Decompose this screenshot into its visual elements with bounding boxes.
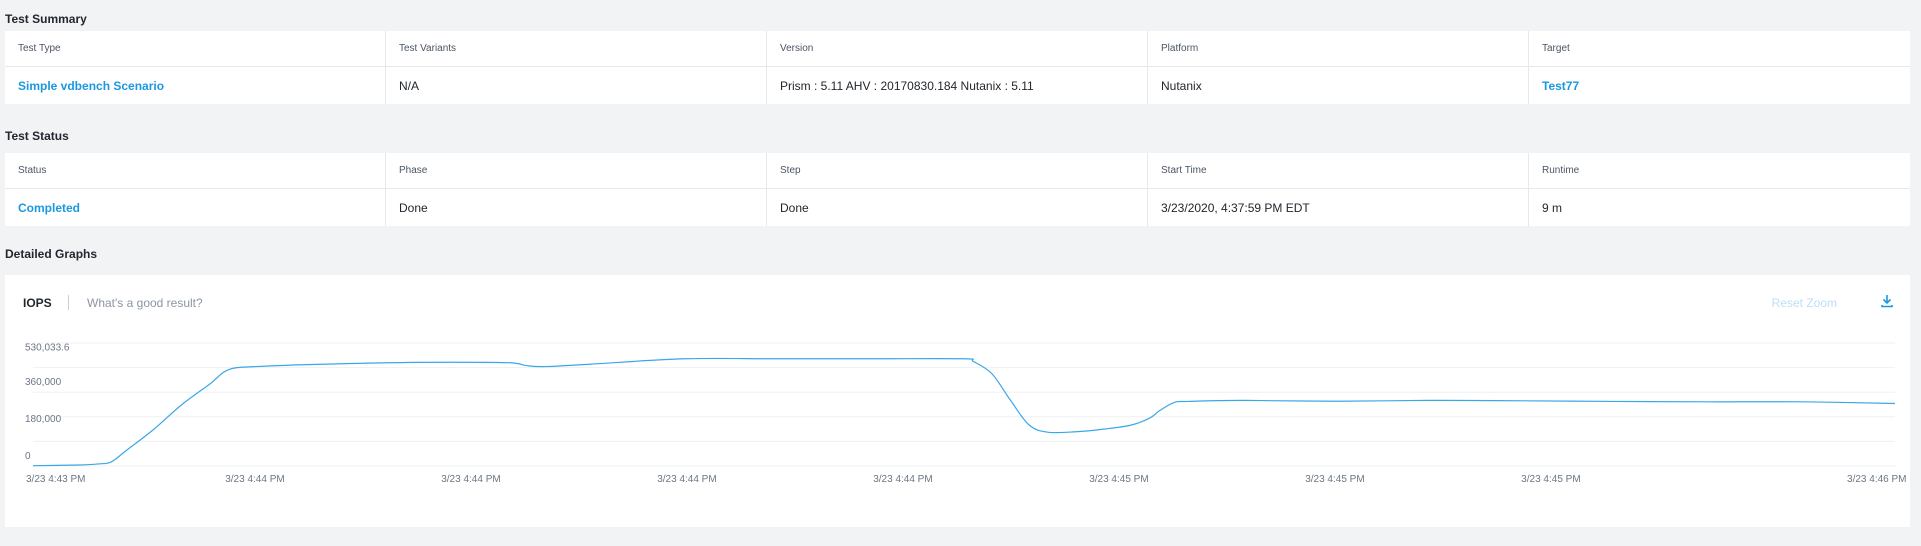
y-tick-label: 360,000 xyxy=(25,377,62,388)
status-header-phase: Phase xyxy=(386,153,767,188)
x-axis: 3/23 4:43 PM 3/23 4:44 PM 3/23 4:44 PM 3/23… xyxy=(26,474,1907,485)
tab-iops[interactable]: IOPS xyxy=(23,296,52,310)
platform-value: Nutanix xyxy=(1148,67,1529,104)
y-tick-label: 530,033.6 xyxy=(25,342,70,353)
test-variants-value: N/A xyxy=(386,67,767,104)
test-status-table: Status Phase Step Start Time Runtime Com… xyxy=(5,153,1910,226)
tab-divider xyxy=(68,295,69,310)
summary-header-target: Target xyxy=(1542,43,1570,54)
summary-value-row: Simple vdbench Scenario N/A Prism : 5.11… xyxy=(5,67,1910,104)
summary-header-test-type: Test Type xyxy=(5,31,386,66)
start-time-value: 3/23/2020, 4:37:59 PM EDT xyxy=(1148,189,1529,226)
x-tick-label: 3/23 4:45 PM xyxy=(1089,474,1148,485)
phase-value: Done xyxy=(386,189,767,226)
reset-zoom-button[interactable]: Reset Zoom xyxy=(1772,296,1837,310)
graph-header: IOPS What's a good result? Reset Zoom xyxy=(5,275,1910,329)
chart-gridlines xyxy=(33,342,1895,467)
status-completed-link[interactable]: Completed xyxy=(5,189,386,226)
y-tick-label: 0 xyxy=(25,451,31,462)
runtime-value: 9 m xyxy=(1542,200,1563,215)
x-tick-label: 3/23 4:44 PM xyxy=(441,474,500,485)
status-value-row: Completed Done Done 3/23/2020, 4:37:59 P… xyxy=(5,189,1910,226)
summary-header-test-variants: Test Variants xyxy=(386,31,767,66)
download-icon[interactable] xyxy=(1880,294,1894,308)
test-status-title: Test Status xyxy=(5,129,69,143)
summary-header-version: Version xyxy=(767,31,1148,66)
y-tick-label: 180,000 xyxy=(25,414,62,425)
iops-line-chart: 0180,000360,000530,033.6 3/23 4:43 PM 3/2… xyxy=(25,342,1907,485)
test-summary-title: Test Summary xyxy=(5,12,87,26)
x-tick-label: 3/23 4:44 PM xyxy=(657,474,716,485)
x-tick-label: 3/23 4:45 PM xyxy=(1305,474,1364,485)
x-tick-label: 3/23 4:43 PM xyxy=(26,474,85,485)
status-header-status: Status xyxy=(5,153,386,188)
x-tick-label: 3/23 4:45 PM xyxy=(1521,474,1580,485)
version-value: Prism : 5.11 AHV : 20170830.184 Nutanix … xyxy=(767,67,1148,104)
summary-header-platform: Platform xyxy=(1148,31,1529,66)
x-tick-label: 3/23 4:46 PM xyxy=(1847,474,1906,485)
test-summary-table: Test Type Test Variants Version Platform… xyxy=(5,31,1910,104)
x-tick-label: 3/23 4:44 PM xyxy=(225,474,284,485)
test-type-link[interactable]: Simple vdbench Scenario xyxy=(5,67,386,104)
status-header-step: Step xyxy=(767,153,1148,188)
y-axis: 0 180,000 360,000 530,033.6 xyxy=(25,342,70,462)
good-result-link[interactable]: What's a good result? xyxy=(87,296,203,310)
target-link[interactable]: Test77 xyxy=(1529,67,1910,104)
status-header-row: Status Phase Step Start Time Runtime xyxy=(5,153,1910,189)
status-header-start-time: Start Time xyxy=(1148,153,1529,188)
iops-graph-panel: IOPS What's a good result? Reset Zoom 0 1… xyxy=(5,275,1910,527)
detailed-graphs-title: Detailed Graphs xyxy=(5,247,98,261)
iops-series-line xyxy=(32,357,1896,467)
summary-header-row: Test Type Test Variants Version Platform… xyxy=(5,31,1910,67)
x-tick-label: 3/23 4:44 PM xyxy=(873,474,932,485)
step-value: Done xyxy=(767,189,1148,226)
status-header-runtime: Runtime xyxy=(1542,165,1580,176)
